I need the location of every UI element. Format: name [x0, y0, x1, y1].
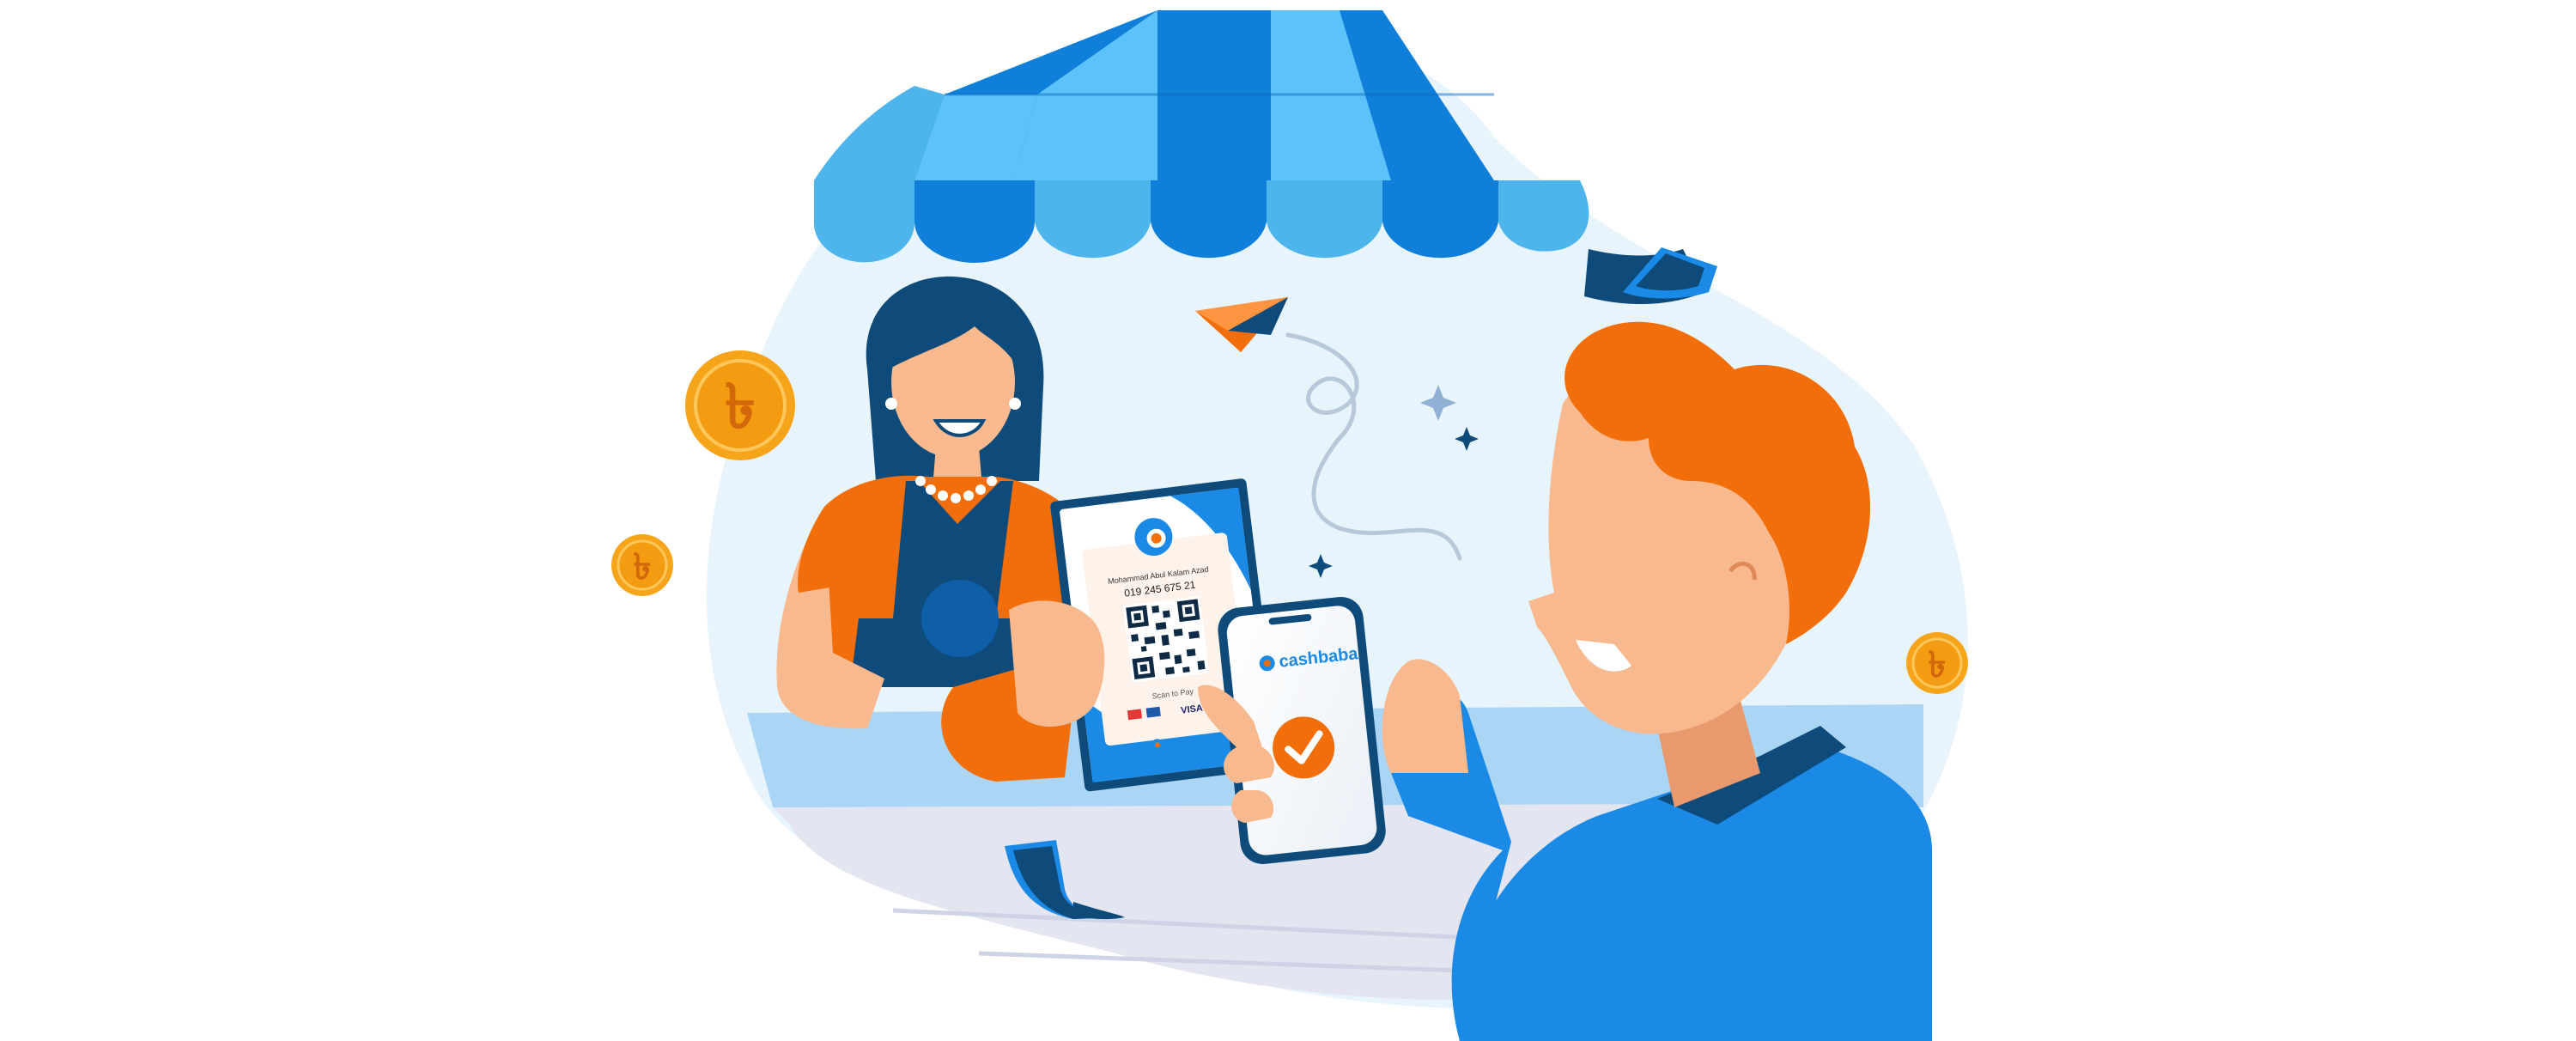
qr-code-icon	[1122, 596, 1210, 683]
shopkeeper-hand	[1009, 600, 1105, 727]
coin-taka-icon: ৳	[611, 534, 673, 596]
coin-taka-icon: ৳	[1906, 632, 1968, 694]
payment-illustration: ৳ ৳ ৳ Mohammad Abul Kalam Azad 019 245 6…	[611, 10, 1968, 1041]
coin-symbol: ৳	[1929, 643, 1947, 685]
coin-symbol: ৳	[725, 370, 756, 442]
coin-symbol: ৳	[634, 545, 652, 587]
coin-taka-icon: ৳	[685, 350, 795, 460]
